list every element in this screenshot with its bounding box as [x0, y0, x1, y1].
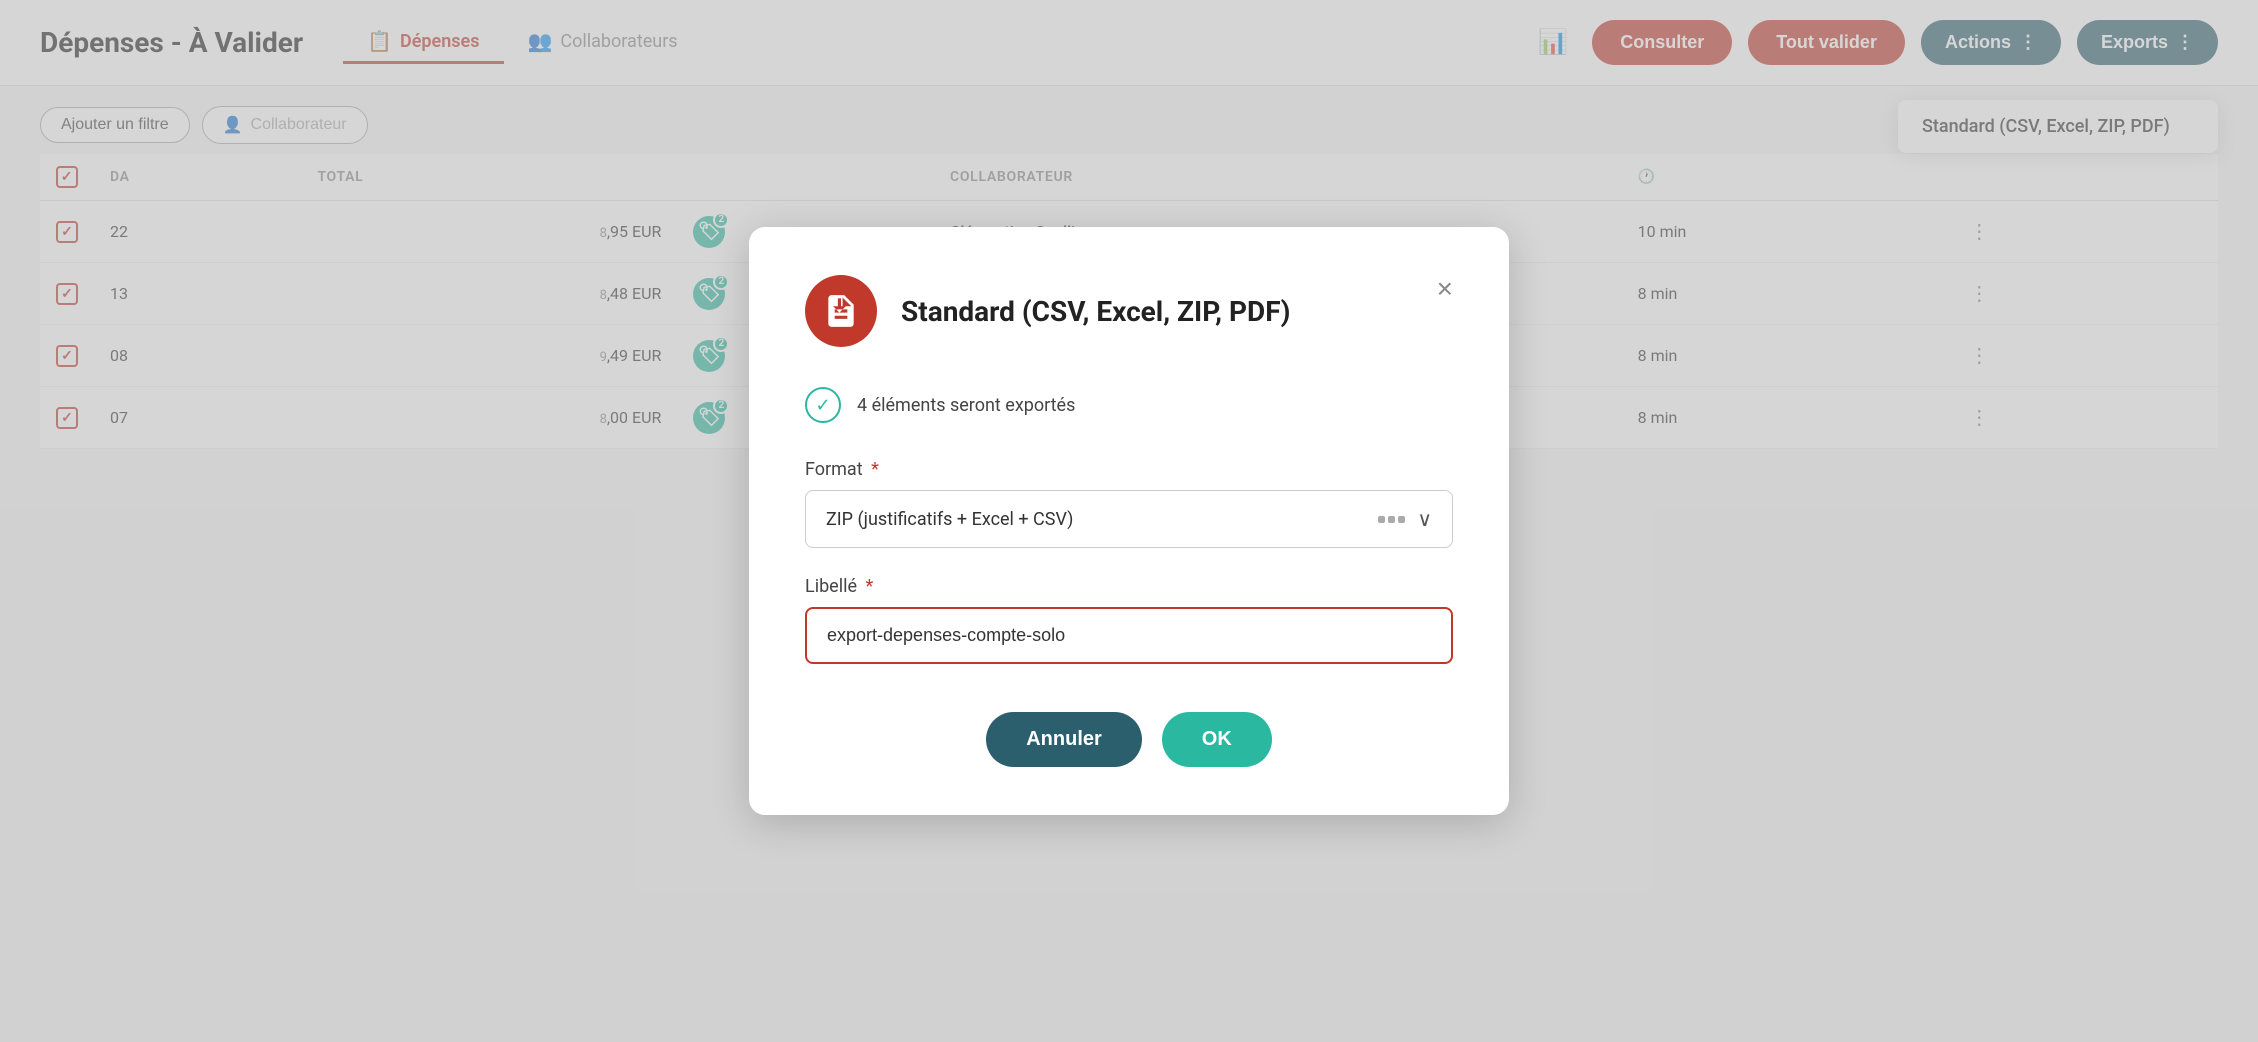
- export-modal: Standard (CSV, Excel, ZIP, PDF) × ✓ 4 él…: [749, 227, 1509, 815]
- modal-header: Standard (CSV, Excel, ZIP, PDF) ×: [805, 275, 1453, 347]
- ok-button[interactable]: OK: [1162, 712, 1272, 767]
- chevron-down-icon: ∨: [1417, 507, 1432, 531]
- check-circle-icon: ✓: [805, 387, 841, 423]
- format-group: Format * ZIP (justificatifs + Excel + CS…: [805, 459, 1453, 548]
- annuler-button[interactable]: Annuler: [986, 712, 1142, 767]
- modal-footer: Annuler OK: [805, 712, 1453, 767]
- export-file-icon: [822, 292, 860, 330]
- modal-title: Standard (CSV, Excel, ZIP, PDF): [901, 295, 1413, 328]
- modal-close-button[interactable]: ×: [1437, 275, 1453, 303]
- format-label: Format *: [805, 459, 1453, 480]
- format-required: *: [867, 459, 879, 480]
- select-dots-icon: [1378, 516, 1405, 523]
- modal-info-text: 4 éléments seront exportés: [857, 395, 1075, 416]
- libelle-required: *: [861, 576, 873, 597]
- libelle-input[interactable]: export-depenses-compte-solo: [805, 607, 1453, 664]
- modal-info: ✓ 4 éléments seront exportés: [805, 387, 1453, 423]
- libelle-group: Libellé * export-depenses-compte-solo: [805, 576, 1453, 664]
- format-select-value: ZIP (justificatifs + Excel + CSV): [826, 509, 1378, 530]
- format-select[interactable]: ZIP (justificatifs + Excel + CSV) ∨: [805, 490, 1453, 548]
- modal-icon: [805, 275, 877, 347]
- libelle-label: Libellé *: [805, 576, 1453, 597]
